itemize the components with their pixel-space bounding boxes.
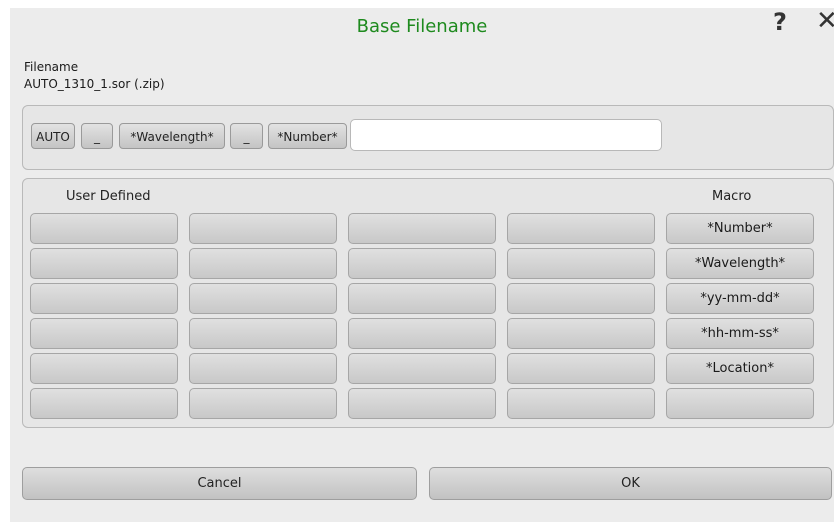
chip-separator-1[interactable]: _ — [81, 123, 113, 149]
user-defined-key[interactable] — [30, 388, 178, 419]
user-defined-key[interactable] — [189, 283, 337, 314]
user-defined-key[interactable] — [348, 318, 496, 349]
dialog-title: Base Filename — [356, 16, 488, 37]
filename-builder-panel: AUTO _ *Wavelength* _ *Number* — [22, 105, 834, 170]
user-defined-key[interactable] — [507, 283, 655, 314]
user-defined-key[interactable] — [30, 248, 178, 279]
macro-key[interactable]: *hh-mm-ss* — [666, 318, 814, 349]
user-defined-key[interactable] — [30, 353, 178, 384]
user-defined-key[interactable] — [507, 388, 655, 419]
user-defined-key[interactable] — [30, 213, 178, 244]
user-defined-header: User Defined — [66, 189, 151, 204]
user-defined-key[interactable] — [348, 388, 496, 419]
macro-key[interactable]: *yy-mm-dd* — [666, 283, 814, 314]
user-defined-key[interactable] — [348, 353, 496, 384]
cancel-button[interactable]: Cancel — [22, 467, 417, 500]
keyboard-panel: User Defined Macro *Number* *Wavelength* *… — [22, 178, 834, 428]
macro-header: Macro — [712, 189, 752, 204]
filename-input[interactable] — [350, 119, 662, 151]
macro-key[interactable]: *Location* — [666, 353, 814, 384]
close-icon[interactable]: ✕ — [816, 6, 834, 36]
user-defined-key[interactable] — [507, 248, 655, 279]
user-defined-key[interactable] — [507, 213, 655, 244]
macro-key[interactable] — [666, 388, 814, 419]
chip-separator-2[interactable]: _ — [230, 123, 263, 149]
filename-label: Filename — [24, 60, 79, 74]
user-defined-key[interactable] — [507, 318, 655, 349]
user-defined-key[interactable] — [189, 353, 337, 384]
chip-wavelength[interactable]: *Wavelength* — [119, 123, 225, 149]
help-icon[interactable]: ? — [773, 8, 787, 36]
user-defined-key[interactable] — [189, 248, 337, 279]
user-defined-key[interactable] — [348, 283, 496, 314]
user-defined-key[interactable] — [30, 283, 178, 314]
ok-button[interactable]: OK — [429, 467, 832, 500]
base-filename-dialog: Base Filename ? ✕ Filename AUTO_1310_1.s… — [10, 6, 834, 522]
user-defined-key[interactable] — [507, 353, 655, 384]
macro-key[interactable]: *Number* — [666, 213, 814, 244]
user-defined-key[interactable] — [189, 213, 337, 244]
chip-auto[interactable]: AUTO — [31, 123, 75, 149]
user-defined-key[interactable] — [348, 248, 496, 279]
user-defined-key[interactable] — [189, 318, 337, 349]
filename-preview: AUTO_1310_1.sor (.zip) — [24, 77, 165, 91]
chip-number[interactable]: *Number* — [268, 123, 347, 149]
macro-key[interactable]: *Wavelength* — [666, 248, 814, 279]
user-defined-key[interactable] — [30, 318, 178, 349]
user-defined-key[interactable] — [189, 388, 337, 419]
user-defined-key[interactable] — [348, 213, 496, 244]
